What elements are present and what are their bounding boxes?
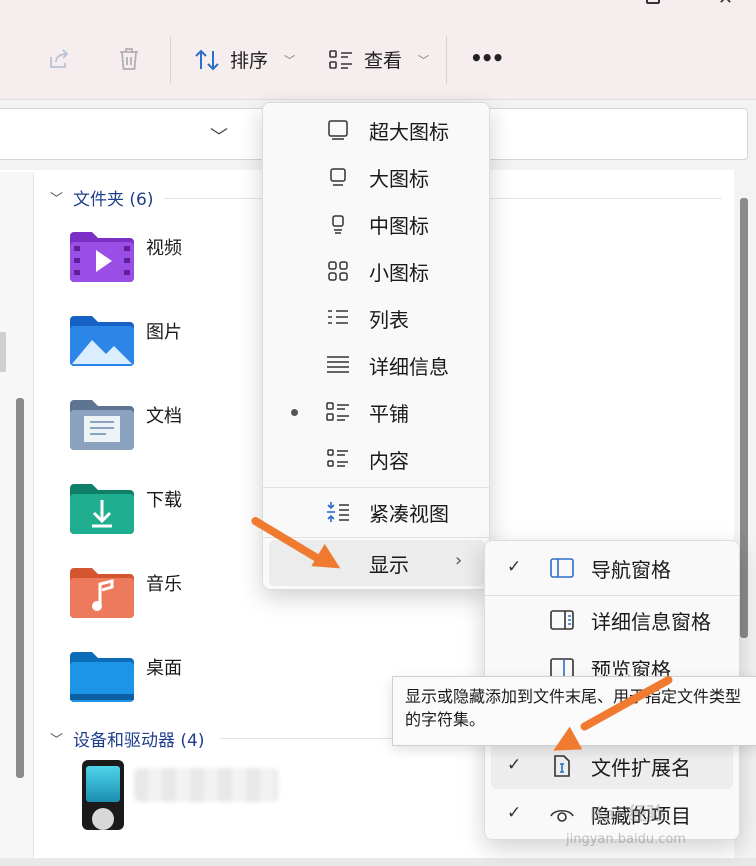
nav-pane-edge	[0, 332, 6, 372]
desktop-folder-icon	[70, 652, 134, 702]
chevron-down-icon: ﹀	[284, 53, 296, 67]
small-icons-icon	[325, 258, 351, 284]
view-icon	[328, 47, 354, 73]
address-dropdown-chevron-icon[interactable]: ﹀	[210, 123, 228, 149]
chevron-right-icon: ›	[455, 550, 463, 571]
check-icon: ✓	[507, 755, 522, 775]
check-icon: ✓	[507, 557, 522, 577]
menu-item-details[interactable]: 详细信息	[263, 342, 489, 388]
share-icon[interactable]	[46, 46, 72, 72]
tiles-icon	[325, 399, 351, 425]
downloads-folder-icon	[70, 484, 134, 534]
folder-item-videos[interactable]: 视频	[70, 230, 182, 282]
close-window-icon[interactable]: ✕	[718, 0, 733, 9]
sort-button[interactable]: 排序 ﹀	[194, 46, 295, 73]
chevron-down-icon: ﹀	[50, 192, 64, 207]
medium-icons-icon	[325, 211, 351, 237]
chevron-down-icon: ﹀	[50, 733, 64, 748]
extra-large-icons-icon	[325, 117, 351, 143]
file-list-scrollbar-thumb[interactable]	[740, 198, 748, 638]
menu-item-small-icons[interactable]: 小图标	[263, 248, 489, 294]
menu-item-compact-view[interactable]: 紧凑视图	[263, 489, 489, 535]
device-wheel	[92, 808, 114, 830]
details-icon	[325, 352, 351, 378]
sort-label: 排序	[230, 50, 269, 72]
check-icon: ✓	[507, 803, 522, 823]
compact-view-icon	[325, 499, 351, 525]
menu-divider	[485, 595, 739, 596]
view-menu: 超大图标 大图标 中图标 小图标 列表 详细信息 平铺 内容 紧凑视图 显示 ›	[262, 102, 490, 590]
submenu-item-file-extensions[interactable]: ✓ 文件扩展名	[491, 743, 733, 789]
menu-item-list[interactable]: 列表	[263, 295, 489, 341]
submenu-item-navigation-pane[interactable]: ✓ 导航窗格	[485, 545, 739, 591]
toolbar-divider	[446, 36, 447, 84]
pictures-folder-icon	[70, 316, 134, 366]
device-screen	[86, 766, 120, 802]
menu-item-content[interactable]: 内容	[263, 436, 489, 482]
view-label: 查看	[364, 50, 403, 72]
device-item[interactable]	[82, 760, 124, 830]
command-bar: ✕ 排序 ﹀ 查看 ﹀ •••	[0, 0, 756, 100]
sort-icon	[194, 47, 220, 73]
folder-item-pictures[interactable]: 图片	[70, 314, 182, 366]
menu-divider	[263, 537, 489, 538]
folder-item-downloads[interactable]: 下载	[70, 482, 182, 534]
large-icons-icon	[325, 164, 351, 190]
menu-divider	[263, 487, 489, 488]
list-icon	[325, 305, 351, 331]
status-bar	[0, 858, 756, 866]
folder-item-documents[interactable]: 文档	[70, 398, 182, 450]
menu-item-large-icons[interactable]: 大图标	[263, 154, 489, 200]
watermark-logo: Bai 经验	[590, 804, 665, 825]
folder-item-desktop[interactable]: 桌面	[70, 650, 182, 702]
menu-item-medium-icons[interactable]: 中图标	[263, 201, 489, 247]
submenu-item-details-pane[interactable]: 详细信息窗格	[485, 597, 739, 643]
content-icon	[325, 446, 351, 472]
restore-window-icon[interactable]	[646, 0, 660, 4]
menu-item-tiles[interactable]: 平铺	[263, 389, 489, 435]
navigation-pane	[0, 172, 34, 860]
devices-section-header[interactable]: ﹀ 设备和驱动器 (4)	[50, 726, 205, 751]
selected-bullet-icon	[291, 408, 298, 416]
videos-folder-icon	[70, 232, 134, 282]
folder-item-music[interactable]: 音乐	[70, 566, 182, 618]
menu-item-extra-large-icons[interactable]: 超大图标	[263, 107, 489, 153]
watermark-url: jingyan.baidu.com	[566, 832, 686, 847]
documents-folder-icon	[70, 400, 134, 450]
blurred-device-name	[134, 768, 278, 802]
details-pane-icon	[549, 607, 575, 633]
music-folder-icon	[70, 568, 134, 618]
chevron-down-icon: ﹀	[418, 53, 430, 67]
section-divider	[220, 738, 400, 739]
view-button[interactable]: 查看 ﹀	[328, 46, 429, 73]
tooltip-text: 显示或隐藏添加到文件末尾、用于指定文件类型的字符集。	[405, 687, 742, 729]
delete-icon[interactable]	[116, 46, 142, 72]
hidden-items-icon	[549, 801, 575, 827]
navigation-pane-icon	[549, 555, 575, 581]
more-options-button[interactable]: •••	[470, 46, 504, 70]
folders-section-header[interactable]: ﹀ 文件夹 (6)	[50, 185, 154, 210]
nav-pane-scrollbar-thumb[interactable]	[16, 398, 24, 778]
toolbar-divider	[170, 36, 171, 84]
